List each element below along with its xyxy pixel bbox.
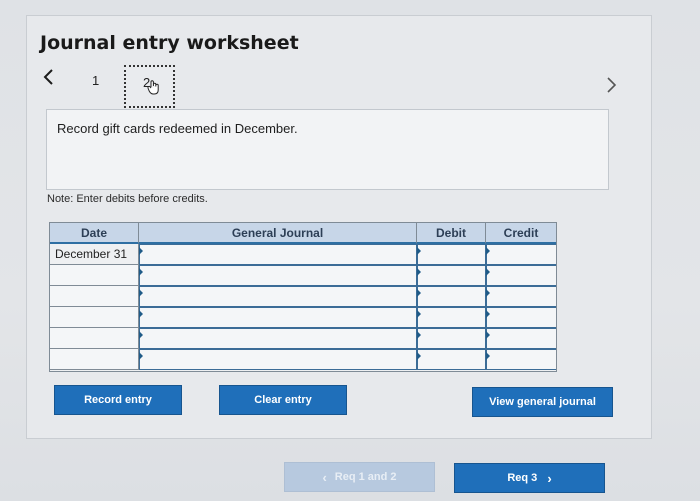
credit-header: Credit	[486, 223, 556, 244]
date-cell	[50, 349, 139, 370]
journal-table: Date General Journal Debit Credit Decemb…	[49, 222, 557, 372]
debit-input[interactable]	[417, 244, 486, 265]
step-1-tab[interactable]: 1	[92, 73, 106, 89]
credit-input[interactable]	[486, 244, 556, 265]
debit-input[interactable]	[417, 349, 486, 370]
table-row	[50, 349, 556, 370]
table-header: Date General Journal Debit Credit	[50, 223, 556, 244]
table-row	[50, 286, 556, 307]
account-input[interactable]	[139, 286, 417, 307]
account-input[interactable]	[139, 265, 417, 286]
table-row	[50, 328, 556, 349]
credit-input[interactable]	[486, 328, 556, 349]
record-entry-button[interactable]: Record entry	[54, 385, 182, 415]
page-title: Journal entry worksheet	[40, 32, 299, 54]
date-cell	[50, 286, 139, 307]
chevron-left-icon[interactable]	[42, 68, 58, 88]
next-requirement-label: Req 3	[507, 472, 538, 484]
date-header: Date	[50, 223, 139, 244]
account-input[interactable]	[139, 307, 417, 328]
credit-input[interactable]	[486, 349, 556, 370]
next-requirement-button[interactable]: Req 3 ›	[454, 463, 605, 493]
date-cell	[50, 265, 139, 286]
account-input[interactable]	[139, 328, 417, 349]
step-2-tab[interactable]: 2	[124, 65, 175, 108]
account-input[interactable]	[139, 349, 417, 370]
credit-input[interactable]	[486, 265, 556, 286]
prev-requirement-button[interactable]: ‹ Req 1 and 2	[284, 462, 435, 492]
credit-input[interactable]	[486, 286, 556, 307]
chevron-right-icon[interactable]	[606, 76, 622, 96]
debit-input[interactable]	[417, 265, 486, 286]
instruction-text: Record gift cards redeemed in December.	[57, 121, 298, 136]
screen: Journal entry worksheet 1 2 Record gift …	[0, 0, 700, 501]
clear-entry-button[interactable]: Clear entry	[219, 385, 347, 415]
prev-requirement-label: Req 1 and 2	[334, 471, 397, 483]
credit-input[interactable]	[486, 307, 556, 328]
table-row	[50, 265, 556, 286]
date-cell: December 31	[50, 244, 139, 265]
chevron-right-icon: ›	[547, 470, 552, 486]
chevron-left-icon: ‹	[322, 469, 327, 485]
general-journal-header: General Journal	[139, 223, 417, 244]
date-cell	[50, 328, 139, 349]
account-input[interactable]	[139, 244, 417, 265]
debit-input[interactable]	[417, 328, 486, 349]
debit-input[interactable]	[417, 307, 486, 328]
table-row: December 31	[50, 244, 556, 265]
table-row	[50, 307, 556, 328]
hand-cursor-icon	[147, 80, 159, 95]
debit-header: Debit	[417, 223, 486, 244]
view-general-journal-button[interactable]: View general journal	[472, 387, 613, 417]
date-cell	[50, 307, 139, 328]
debit-input[interactable]	[417, 286, 486, 307]
note-text: Note: Enter debits before credits.	[47, 193, 208, 205]
